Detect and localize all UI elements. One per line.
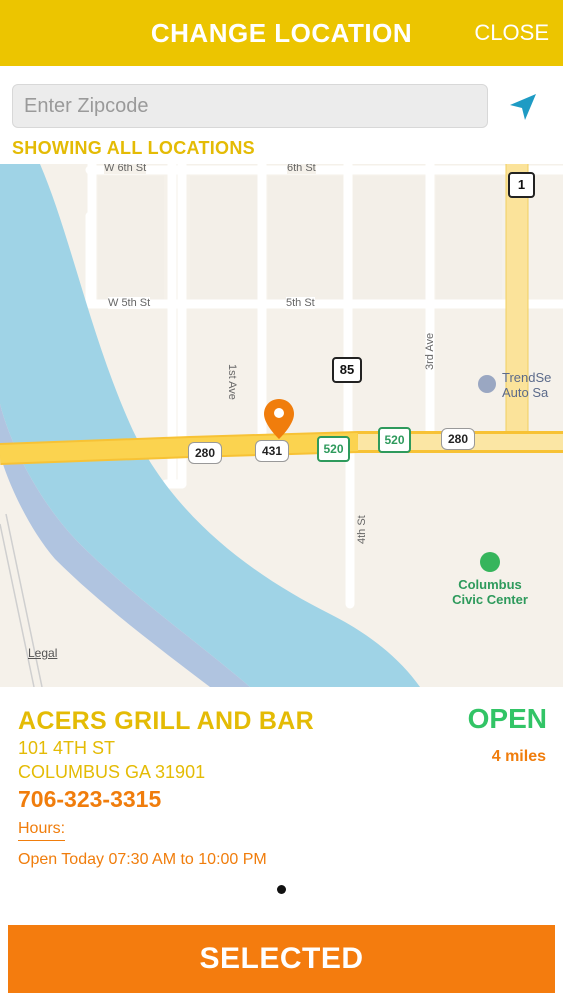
selected-button[interactable]: SELECTED <box>8 925 555 993</box>
street-label-3rd-ave: 3rd Ave <box>424 332 436 370</box>
hours-text: Open Today 07:30 AM to 10:00 PM <box>18 851 267 868</box>
distance-label: 4 miles <box>491 748 546 765</box>
location-name: ACERS GRILL AND BAR <box>18 707 314 735</box>
address-line2: COLUMBUS GA 31901 <box>18 762 206 782</box>
poi-label-civic-line2: Civic Center <box>452 592 528 607</box>
location-pin-icon[interactable] <box>262 397 296 441</box>
street-label-4th-st: 4th St <box>356 515 368 544</box>
route-shield-520-b: 520 <box>378 427 411 453</box>
location-details: ACERS GRILL AND BAR 101 4TH ST COLUMBUS … <box>0 687 563 907</box>
poi-label-trendset-line1: TrendSe <box>502 370 552 385</box>
zipcode-input[interactable] <box>12 84 488 128</box>
street-label-6th: 6th St <box>287 164 316 174</box>
open-status-badge: OPEN <box>467 703 547 734</box>
poi-label-civic-line1: Columbus <box>458 577 522 592</box>
route-shield-85: 85 <box>332 357 362 383</box>
route-shield-280-left: 280 <box>188 442 222 464</box>
route-shield-1: 1 <box>508 172 535 198</box>
street-label-1st-ave: 1st Ave <box>226 364 238 400</box>
poi-label-trendset-line2: Auto Sa <box>502 385 549 400</box>
route-shield-520-a: 520 <box>317 436 350 462</box>
address-line1: 101 4TH ST <box>18 738 116 758</box>
location-arrow-icon[interactable] <box>506 90 540 124</box>
hours-label: Hours: <box>18 820 66 841</box>
poi-label-civic-center: Columbus Civic Center <box>440 577 540 607</box>
street-label-w5th: W 5th St <box>108 297 151 309</box>
close-button[interactable]: CLOSE <box>474 20 549 46</box>
route-shield-280-right: 280 <box>441 428 475 450</box>
street-label-w6th: W 6th St <box>104 164 147 174</box>
phone-link[interactable]: 706-323-3315 <box>18 786 161 813</box>
street-label-5th: 5th St <box>286 297 315 309</box>
page-indicator-dot <box>277 885 286 894</box>
search-section: SHOWING ALL LOCATIONS <box>0 66 563 164</box>
header-bar: CHANGE LOCATION CLOSE <box>0 0 563 66</box>
route-shield-431: 431 <box>255 440 289 462</box>
map-view[interactable]: W 6th St 6th St W 5th St 5th St 1st Ave … <box>0 164 563 687</box>
poi-label-trendset: TrendSe Auto Sa <box>502 370 551 400</box>
map-legal-link[interactable]: Legal <box>28 646 57 660</box>
showing-all-locations-label: SHOWING ALL LOCATIONS <box>12 138 255 158</box>
